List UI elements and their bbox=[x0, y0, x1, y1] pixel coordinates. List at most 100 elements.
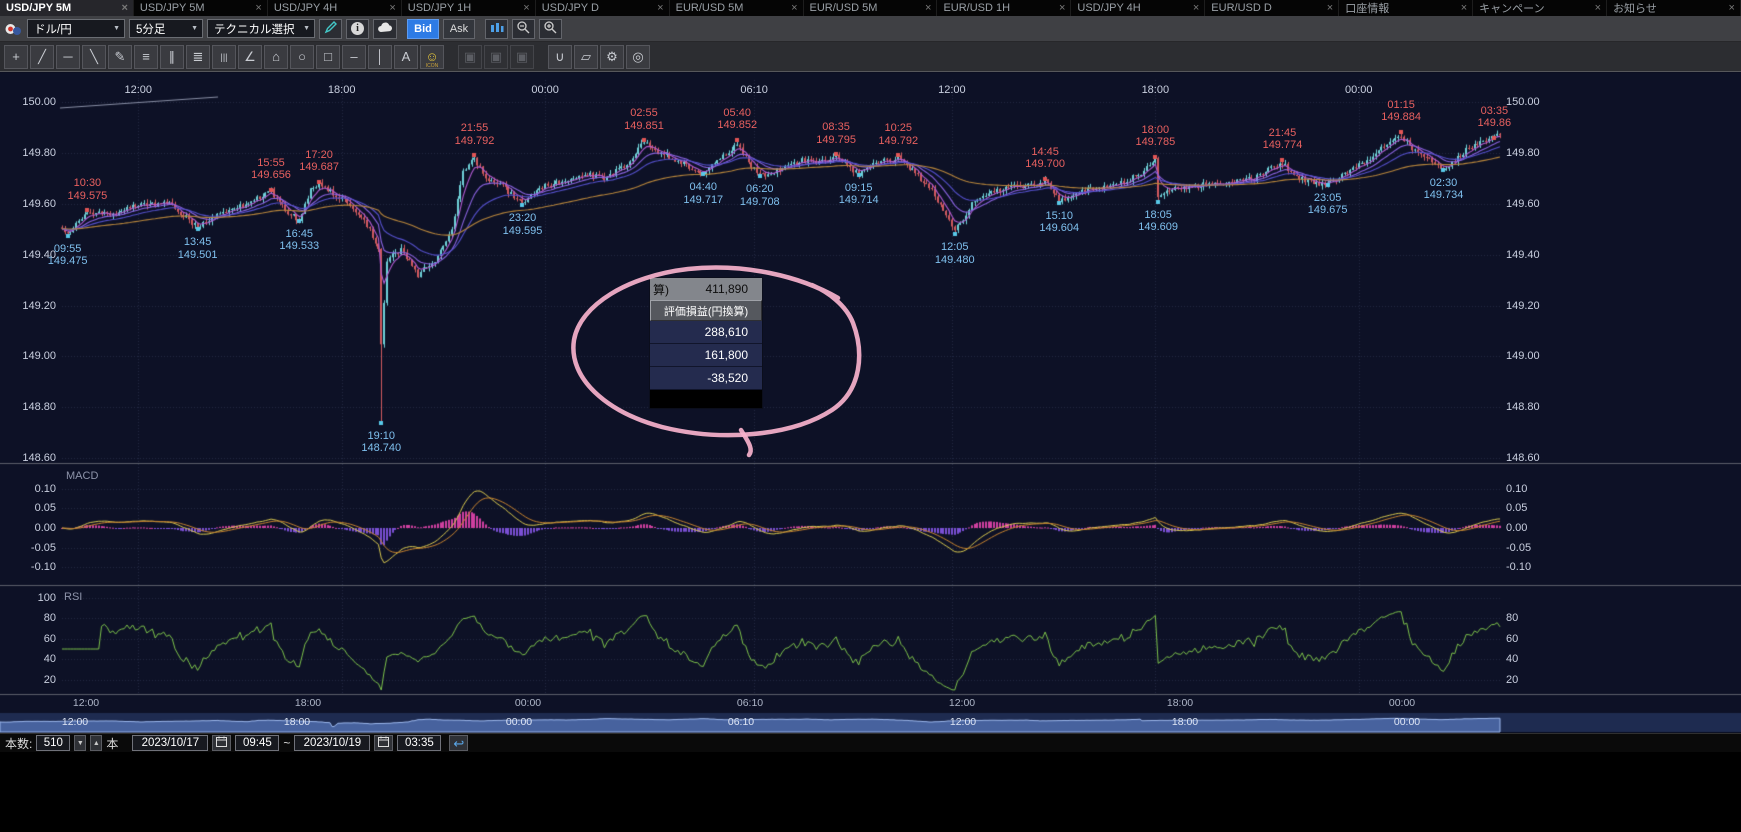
tab-label: EUR/USD D bbox=[1211, 2, 1272, 14]
calendar-to-button[interactable] bbox=[374, 735, 393, 751]
reload-button[interactable]: ↩ bbox=[449, 735, 468, 751]
tab-12[interactable]: お知らせ× bbox=[1607, 0, 1741, 16]
angle-line-tool[interactable]: ∠ bbox=[238, 45, 262, 69]
pl-column-header-button[interactable]: 評価損益(円換算) bbox=[650, 300, 762, 321]
ask-button[interactable]: Ask bbox=[443, 19, 475, 39]
pencil-tool[interactable]: ✎ bbox=[108, 45, 132, 69]
tab-5[interactable]: EUR/USD 5M× bbox=[670, 0, 804, 16]
fib-timezone-tool[interactable]: ||| bbox=[212, 45, 236, 69]
tab-label: EUR/USD 5M bbox=[810, 2, 878, 14]
info-icon: i bbox=[351, 22, 364, 35]
tab-close-icon[interactable]: × bbox=[1327, 2, 1333, 14]
date-from-input[interactable]: 2023/10/17 bbox=[132, 735, 208, 751]
tab-9[interactable]: EUR/USD D × bbox=[1205, 0, 1339, 16]
tab-close-icon[interactable]: × bbox=[389, 2, 395, 14]
chart-type-button[interactable] bbox=[485, 19, 508, 39]
bid-button[interactable]: Bid bbox=[407, 19, 439, 39]
spacer-1 bbox=[446, 45, 456, 69]
tab-close-icon[interactable]: × bbox=[1059, 2, 1065, 14]
vertical-line-tool-icon: │ bbox=[376, 49, 384, 64]
tab-3[interactable]: USD/JPY 1H × bbox=[402, 0, 536, 16]
tab-11[interactable]: キャンペーン × bbox=[1473, 0, 1607, 16]
tab-close-icon[interactable]: × bbox=[1729, 2, 1735, 14]
time-from-input[interactable]: 09:45 bbox=[235, 735, 279, 751]
chevron-down-icon: ▼ bbox=[191, 25, 198, 32]
pair-select[interactable]: ドル/円 ▼ bbox=[27, 19, 125, 38]
tab-close-icon[interactable]: × bbox=[925, 2, 931, 14]
trendline-tool[interactable]: ╱ bbox=[30, 45, 54, 69]
tab-label: USD/JPY 5M bbox=[6, 2, 71, 14]
spacer-2 bbox=[536, 45, 546, 69]
wrench-tool[interactable]: ⚙ bbox=[600, 45, 624, 69]
tab-1[interactable]: USD/JPY 5M× bbox=[134, 0, 268, 16]
bar-unit-label: 本 bbox=[106, 735, 118, 752]
zoom-out-button[interactable] bbox=[512, 19, 535, 39]
pair-select-value: ドル/円 bbox=[34, 21, 72, 37]
vertical-line-tool[interactable]: │ bbox=[368, 45, 392, 69]
tab-close-icon[interactable]: × bbox=[791, 2, 797, 14]
channel-tool[interactable]: ∥ bbox=[160, 45, 184, 69]
tab-close-icon[interactable]: × bbox=[255, 2, 261, 14]
info-button[interactable]: i bbox=[346, 19, 369, 39]
timeframe-select[interactable]: 5分足 ▼ bbox=[129, 19, 203, 38]
tab-2[interactable]: USD/JPY 4H× bbox=[268, 0, 402, 16]
text-tool-icon: A bbox=[402, 49, 411, 64]
eraser-tool[interactable]: ▱ bbox=[574, 45, 598, 69]
pentagon-tool[interactable]: ⌂ bbox=[264, 45, 288, 69]
icon-stamp-tool[interactable]: ☺ICON bbox=[420, 45, 444, 69]
tab-7[interactable]: EUR/USD 1H× bbox=[937, 0, 1071, 16]
tab-label: USD/JPY 4H bbox=[1077, 2, 1140, 14]
crosshair-tool[interactable]: + bbox=[4, 45, 28, 69]
chevron-down-icon: ▼ bbox=[113, 25, 120, 32]
cloud-save-button[interactable] bbox=[373, 19, 397, 39]
range-separator: ~ bbox=[283, 736, 290, 750]
candlestick-chart-icon bbox=[490, 21, 504, 37]
bid-label: Bid bbox=[414, 23, 432, 35]
segment-tool[interactable]: – bbox=[342, 45, 366, 69]
layer-tool-1[interactable]: ▣ bbox=[458, 45, 482, 69]
tab-close-icon[interactable]: × bbox=[523, 2, 529, 14]
ray-tool[interactable]: ╲ bbox=[82, 45, 106, 69]
zoom-in-button[interactable] bbox=[539, 19, 562, 39]
ellipse-tool-icon: ○ bbox=[298, 49, 306, 64]
rectangle-tool-icon: □ bbox=[324, 49, 332, 64]
count-increment-button[interactable]: ▲ bbox=[90, 735, 102, 751]
layer-tool-3[interactable]: ▣ bbox=[510, 45, 534, 69]
magnet-tool-icon: ∪ bbox=[555, 49, 565, 65]
tab-6[interactable]: EUR/USD 5M × bbox=[804, 0, 938, 16]
main-chart-canvas[interactable] bbox=[0, 0, 1741, 832]
tab-0[interactable]: USD/JPY 5M × bbox=[0, 0, 134, 16]
fib-retracement-tool[interactable]: ≣ bbox=[186, 45, 210, 69]
pl-clipped-header: 算) bbox=[653, 281, 669, 298]
pl-value-row: 161,800 bbox=[650, 344, 762, 367]
text-tool[interactable]: A bbox=[394, 45, 418, 69]
draw-pencil-button[interactable] bbox=[319, 19, 342, 39]
calendar-icon bbox=[378, 736, 389, 750]
layer-tool-2[interactable]: ▣ bbox=[484, 45, 508, 69]
tab-close-icon[interactable]: × bbox=[121, 2, 127, 14]
tab-close-icon[interactable]: × bbox=[657, 2, 663, 14]
magnet-tool[interactable]: ∪ bbox=[548, 45, 572, 69]
tab-8[interactable]: USD/JPY 4H × bbox=[1071, 0, 1205, 16]
parallel-lines-tool[interactable]: ≡ bbox=[134, 45, 158, 69]
angle-line-tool-icon: ∠ bbox=[244, 49, 256, 65]
count-decrement-button[interactable]: ▼ bbox=[74, 735, 86, 751]
rectangle-tool[interactable]: □ bbox=[316, 45, 340, 69]
time-to-input[interactable]: 03:35 bbox=[397, 735, 441, 751]
horizontal-line-tool[interactable]: ─ bbox=[56, 45, 80, 69]
tab-4[interactable]: USD/JPY D × bbox=[536, 0, 670, 16]
tab-label: USD/JPY D bbox=[542, 2, 599, 14]
tab-bar: USD/JPY 5M×USD/JPY 5M×USD/JPY 4H×USD/JPY… bbox=[0, 0, 1741, 16]
technical-select[interactable]: テクニカル選択 ▼ bbox=[207, 19, 315, 38]
calendar-from-button[interactable] bbox=[212, 735, 231, 751]
tab-close-icon[interactable]: × bbox=[1461, 2, 1467, 14]
date-to-input[interactable]: 2023/10/19 bbox=[294, 735, 370, 751]
tab-10[interactable]: 口座情報× bbox=[1339, 0, 1473, 16]
tab-close-icon[interactable]: × bbox=[1193, 2, 1199, 14]
bar-count-input[interactable]: 510 bbox=[36, 735, 70, 751]
tab-label: USD/JPY 1H bbox=[408, 2, 471, 14]
ellipse-tool[interactable]: ○ bbox=[290, 45, 314, 69]
pin-tool[interactable]: ◎ bbox=[626, 45, 650, 69]
tab-label: キャンペーン bbox=[1479, 0, 1544, 16]
tab-close-icon[interactable]: × bbox=[1595, 2, 1601, 14]
